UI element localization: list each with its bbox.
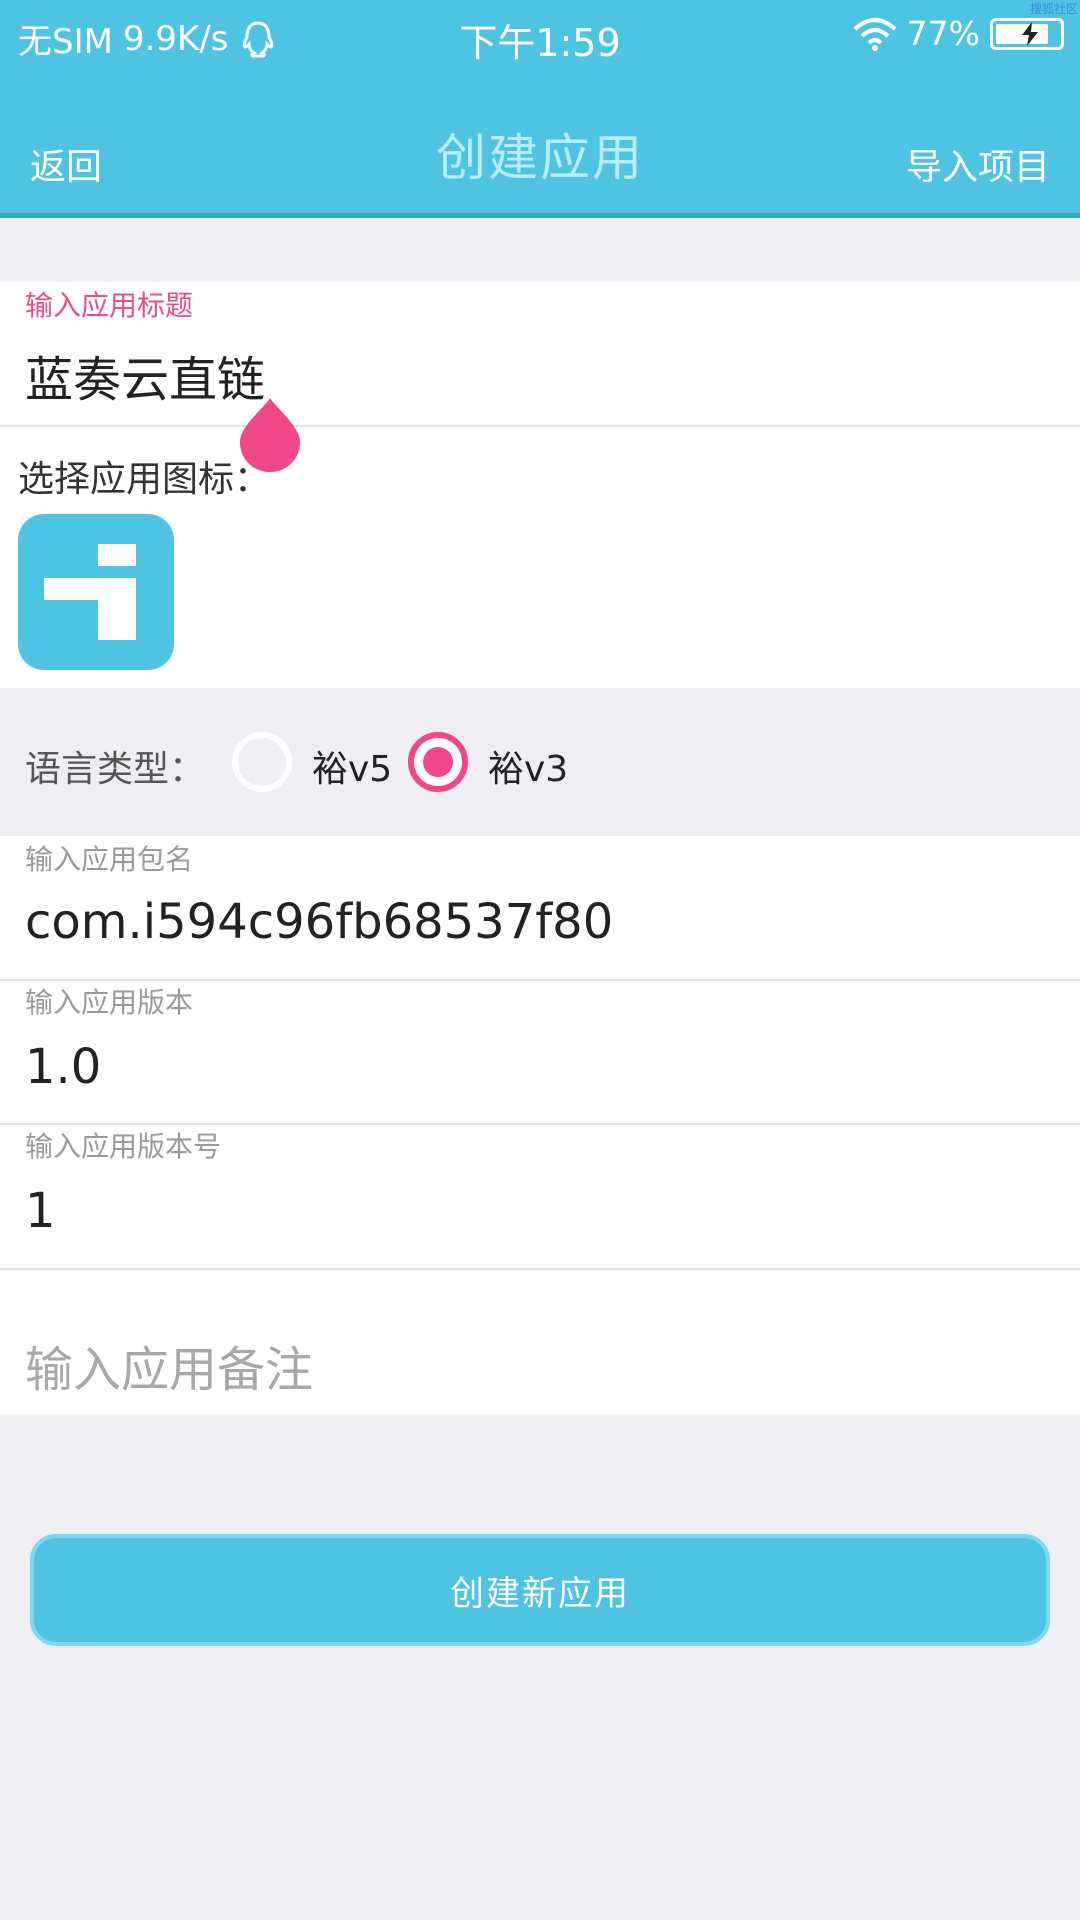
radio-yu-v3[interactable] [408,732,468,792]
language-type-label: 语言类型： [25,749,206,790]
text-cursor-handle[interactable] [240,398,300,472]
icon-section-label: 选择应用图标： [18,459,271,500]
icon-glyph-dot [98,544,136,566]
package-field-value[interactable]: com.i594c96fb68537f80 [25,894,613,950]
app-icon-picker[interactable] [18,514,174,670]
title-field-label: 输入应用标题 [25,289,194,322]
version-field-label: 输入应用版本 [25,986,194,1019]
package-field-label: 输入应用包名 [25,843,194,876]
radio-yu-v5-label[interactable]: 裕v5 [312,740,392,792]
radio-selected-dot [423,747,453,777]
package-field[interactable]: 输入应用包名 com.i594c96fb68537f80 [0,836,1080,980]
battery-percent: 77% [906,14,980,53]
charging-icon [1022,21,1038,46]
watermark: 搜狐社区 [1029,2,1078,16]
version-code-field-value[interactable]: 1 [25,1183,56,1239]
version-field[interactable]: 输入应用版本 1.0 [0,981,1080,1124]
wifi-icon [853,17,896,51]
title-field-value[interactable]: 蓝奏云直链 [25,340,265,410]
version-code-field-label: 输入应用版本号 [25,1130,222,1163]
version-field-value[interactable]: 1.0 [25,1039,101,1095]
import-project-button[interactable]: 导入项目 [906,138,1050,190]
icon-glyph-arm [44,578,104,600]
create-app-button[interactable]: 创建新应用 [30,1534,1050,1646]
battery-icon [990,17,1064,50]
radio-yu-v3-label[interactable]: 裕v3 [488,740,568,792]
app-header: 无SIM 9.9K/s 下午1:59 77% 搜狐社区 返回 创建应用 导入项目 [0,0,1080,218]
title-field[interactable]: 输入应用标题 蓝奏云直链 [0,282,1080,426]
status-right: 77% [853,14,1064,53]
radio-yu-v5[interactable] [232,732,292,792]
version-code-field[interactable]: 输入应用版本号 1 [0,1125,1080,1269]
icon-glyph-bar [98,578,136,640]
status-bar: 无SIM 9.9K/s 下午1:59 77% 搜狐社区 [0,0,1080,75]
remark-input-placeholder[interactable]: 输入应用备注 [25,1330,313,1400]
